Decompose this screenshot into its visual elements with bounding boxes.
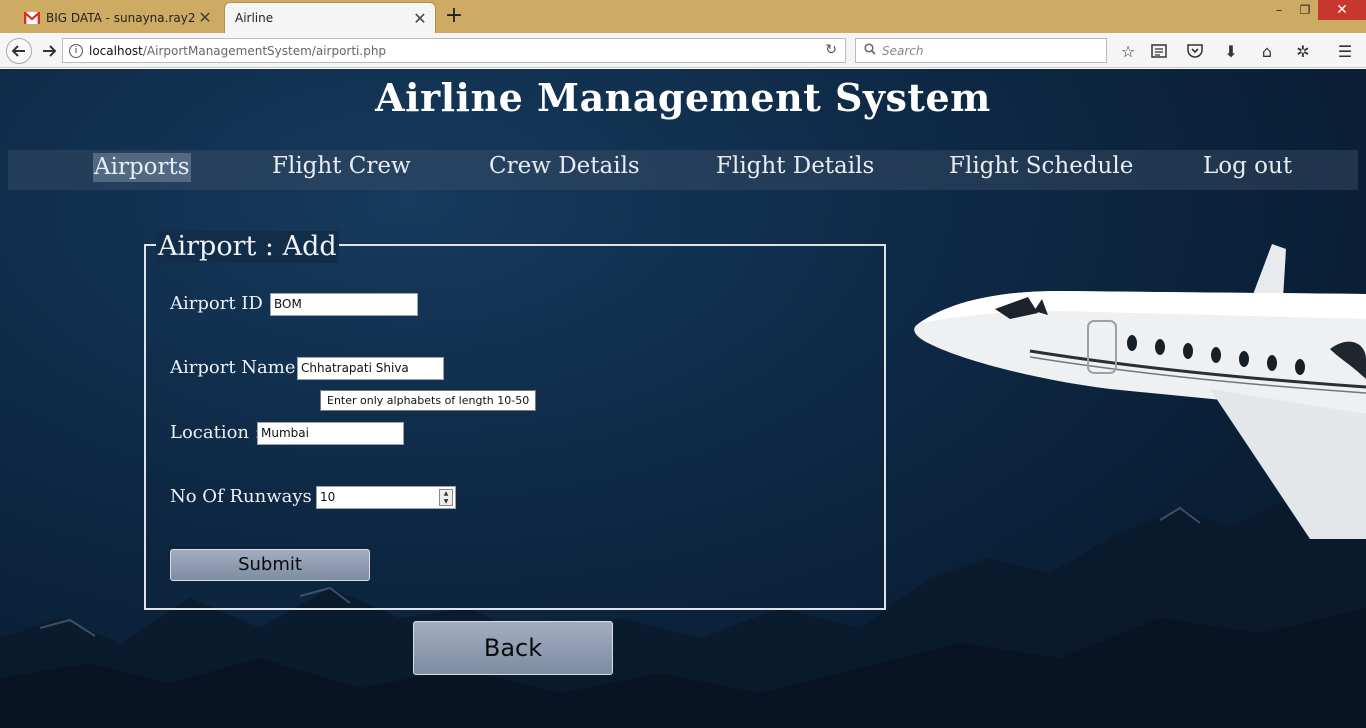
star-icon[interactable]: ☆ (1117, 41, 1139, 61)
menu-item-flight-details[interactable]: Flight Details (716, 150, 874, 190)
close-icon[interactable]: ✕ (196, 8, 214, 27)
tab-airline[interactable]: Airline ✕ (224, 2, 436, 33)
back-arrow-icon[interactable] (6, 38, 32, 64)
maximize-icon[interactable]: ❐ (1292, 0, 1318, 20)
forward-arrow-icon[interactable] (36, 38, 62, 64)
url-path: /AirportManagementSystem/airporti.php (142, 43, 387, 58)
airport-name-label: Airport Name : (170, 357, 308, 378)
search-icon (864, 43, 876, 58)
airport-id-field[interactable]: BOM (270, 293, 418, 316)
url-bar[interactable]: i localhost/AirportManagementSystem/airp… (62, 38, 846, 63)
pocket-icon[interactable] (1184, 41, 1206, 61)
tab-big-data[interactable]: BIG DATA - sunayna.ray2015 ✕ (12, 2, 220, 33)
info-icon[interactable]: i (69, 43, 83, 58)
runways-value: 10 (320, 490, 336, 504)
close-icon[interactable]: ✕ (411, 9, 429, 28)
reload-icon[interactable]: ↻ (825, 42, 837, 58)
download-icon[interactable]: ⬇ (1220, 41, 1242, 61)
new-tab-icon[interactable]: + (444, 5, 464, 27)
tab-title: BIG DATA - sunayna.ray2015 (46, 10, 196, 25)
extension-icon[interactable]: ✲ (1292, 41, 1314, 61)
url-host: localhost (89, 43, 143, 58)
runways-stepper[interactable]: 10 ▲ ▼ (316, 486, 456, 509)
main-menu: Airports Flight Crew Crew Details Flight… (8, 150, 1358, 190)
browser-tab-bar: BIG DATA - sunayna.ray2015 ✕ Airline ✕ +… (0, 0, 1366, 33)
menu-item-flight-crew[interactable]: Flight Crew (272, 150, 411, 190)
gmail-icon (24, 10, 40, 26)
runways-label: No Of Runways : (170, 486, 324, 507)
airport-name-field[interactable]: Chhatrapati Shiva (297, 357, 444, 380)
back-button[interactable]: Back (413, 621, 613, 675)
home-icon[interactable]: ⌂ (1256, 41, 1278, 61)
location-field[interactable]: Mumbai (257, 422, 404, 445)
page-content: Airline Management System Airports Fligh… (0, 69, 1366, 728)
menu-icon[interactable]: ☰ (1334, 41, 1356, 61)
reading-list-icon[interactable] (1148, 41, 1170, 61)
tab-title: Airline (235, 11, 274, 25)
form-legend: Airport : Add (156, 231, 339, 263)
menu-item-flight-schedule[interactable]: Flight Schedule (949, 150, 1133, 190)
browser-nav-bar: i localhost/AirportManagementSystem/airp… (0, 33, 1366, 68)
validation-tooltip: Enter only alphabets of length 10-50 (320, 390, 537, 411)
airport-id-label: Airport ID : (170, 293, 275, 314)
search-placeholder: Search (882, 43, 924, 58)
menu-item-airports[interactable]: Airports (93, 153, 191, 182)
menu-item-log-out[interactable]: Log out (1203, 150, 1292, 190)
minimize-icon[interactable]: – (1266, 0, 1292, 20)
site-title: Airline Management System (375, 75, 991, 120)
spinner-arrows-icon[interactable]: ▲ ▼ (439, 489, 453, 506)
search-input[interactable]: Search (855, 38, 1107, 63)
submit-button[interactable]: Submit (170, 549, 370, 581)
menu-item-crew-details[interactable]: Crew Details (489, 150, 640, 190)
location-label: Location : (170, 422, 261, 443)
window-close-icon[interactable]: ✕ (1318, 0, 1366, 20)
airplane-image (914, 244, 1366, 539)
